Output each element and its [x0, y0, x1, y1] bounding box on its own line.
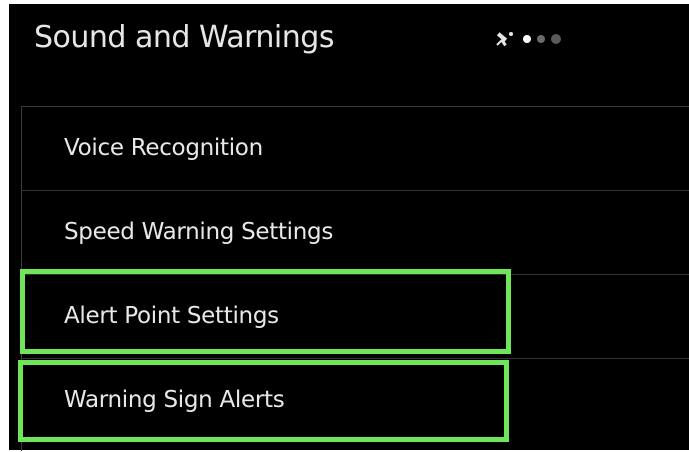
- menu-item-warning-sign-alerts[interactable]: Warning Sign Alerts: [22, 359, 689, 442]
- satellite-icon: [496, 32, 513, 47]
- page-dot-2: [537, 35, 545, 43]
- menu-item-label: Warning Sign Alerts: [64, 387, 285, 413]
- menu-item-alert-point-settings[interactable]: Alert Point Settings: [22, 275, 689, 359]
- page-title: Sound and Warnings: [34, 20, 334, 55]
- screen: Sound and Warnings Voice Recognition Spe…: [9, 4, 689, 451]
- status-indicator: [494, 29, 584, 49]
- menu-item-label: Alert Point Settings: [64, 303, 279, 329]
- menu-item-speed-warning-settings[interactable]: Speed Warning Settings: [22, 191, 689, 275]
- page-dot-3: [551, 34, 561, 44]
- settings-list: Voice Recognition Speed Warning Settings…: [21, 106, 689, 451]
- menu-item-voice-recognition[interactable]: Voice Recognition: [22, 107, 689, 191]
- menu-item-label: Voice Recognition: [64, 135, 263, 161]
- menu-item-label: Speed Warning Settings: [64, 219, 334, 245]
- page-dot-1: [523, 35, 531, 43]
